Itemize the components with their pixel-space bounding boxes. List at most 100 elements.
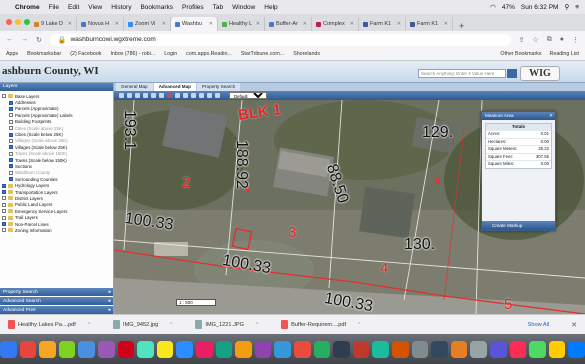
- dock-app-icon[interactable]: [548, 340, 566, 358]
- buffer-icon[interactable]: [199, 93, 204, 98]
- bookmark-item[interactable]: Login: [164, 51, 177, 57]
- new-tab-button[interactable]: +: [453, 21, 470, 31]
- profile-icon[interactable]: ●: [560, 36, 564, 43]
- dock-app-icon[interactable]: [489, 340, 507, 358]
- dock-app-icon[interactable]: [509, 340, 527, 358]
- print-icon[interactable]: [183, 93, 188, 98]
- close-tab-icon[interactable]: ✕: [444, 21, 448, 27]
- dock-app-icon[interactable]: [352, 340, 370, 358]
- close-tab-icon[interactable]: ✕: [115, 21, 119, 27]
- menu-tab[interactable]: Tab: [213, 4, 223, 11]
- basemap-select[interactable]: Default: [229, 92, 267, 99]
- dock-app-icon[interactable]: [176, 340, 194, 358]
- dock-app-icon[interactable]: [215, 340, 233, 358]
- layer-checkbox[interactable]: [9, 158, 13, 163]
- dock-app-icon[interactable]: [274, 340, 291, 358]
- select-icon[interactable]: [151, 93, 156, 98]
- menu-profiles[interactable]: Profiles: [182, 4, 204, 11]
- scale-readout[interactable]: 1 : 500: [176, 299, 216, 306]
- download-item[interactable]: IMG_1221.JPG ⌃: [195, 320, 259, 329]
- dock-app-icon[interactable]: [333, 340, 350, 358]
- layers-panel-header[interactable]: Layers: [0, 83, 113, 91]
- layer-checkbox[interactable]: [2, 215, 6, 220]
- dock-app-icon[interactable]: [391, 340, 409, 358]
- layer-checkbox[interactable]: [2, 209, 6, 214]
- bookmark-item[interactable]: Apps: [6, 51, 18, 57]
- dock-app-icon[interactable]: [254, 340, 272, 358]
- dock-app-icon[interactable]: [117, 340, 135, 358]
- control-center-icon[interactable]: ≡: [575, 4, 579, 11]
- show-all-button[interactable]: Show All: [528, 322, 549, 328]
- dock-app-icon[interactable]: [470, 340, 487, 358]
- tab-property-search[interactable]: Property Search: [196, 83, 241, 91]
- share-icon[interactable]: ⇪: [519, 36, 525, 44]
- menu-edit[interactable]: Edit: [68, 4, 79, 11]
- download-item[interactable]: Buffer-Requirem....pdf ⌃: [281, 320, 361, 329]
- extensions-icon[interactable]: ⧉: [547, 36, 552, 44]
- spotlight-icon[interactable]: ⚲: [564, 3, 569, 11]
- chevron-up-icon[interactable]: ⌃: [357, 322, 361, 328]
- close-tab-icon[interactable]: ✕: [162, 21, 166, 27]
- pan-icon[interactable]: [135, 93, 140, 98]
- browser-tab[interactable]: Farm K1 ✕: [359, 17, 406, 31]
- battery-percent[interactable]: 47%: [502, 4, 515, 11]
- bookmark-star-icon[interactable]: ☆: [532, 36, 538, 44]
- layers-icon[interactable]: [207, 93, 212, 98]
- dock-app-icon[interactable]: [313, 340, 331, 358]
- tab-advanced-map[interactable]: Advanced Map: [153, 83, 196, 91]
- app-menu[interactable]: Chrome: [15, 4, 40, 11]
- menu-view[interactable]: View: [88, 4, 102, 11]
- layer-checkbox[interactable]: [9, 113, 13, 118]
- tab-general-map[interactable]: General Map: [116, 83, 153, 91]
- dock-app-icon[interactable]: [78, 340, 96, 358]
- layer-checkbox[interactable]: [9, 138, 13, 143]
- browser-tab[interactable]: 9 Lake D ✕: [30, 17, 77, 31]
- layer-checkbox[interactable]: [9, 170, 13, 175]
- reload-icon[interactable]: ↻: [36, 36, 42, 44]
- menu-file[interactable]: File: [49, 4, 59, 11]
- dock-app-icon[interactable]: [529, 340, 546, 358]
- browser-tab[interactable]: Washbu ✕: [171, 17, 218, 31]
- dock-app-icon[interactable]: [235, 340, 252, 358]
- close-icon[interactable]: ✕: [549, 112, 553, 120]
- layer-checkbox[interactable]: [9, 151, 13, 156]
- measure-icon[interactable]: [175, 93, 180, 98]
- dock-app-icon[interactable]: [58, 340, 76, 358]
- layer-checkbox[interactable]: [2, 202, 6, 207]
- layer-checkbox[interactable]: [2, 222, 6, 226]
- help-icon[interactable]: [215, 93, 220, 98]
- back-icon[interactable]: ←: [6, 36, 13, 43]
- browser-tab[interactable]: Healthy L ✕: [218, 17, 265, 31]
- zoom-window-button[interactable]: [24, 19, 30, 25]
- layer-checkbox[interactable]: [9, 119, 13, 124]
- dock-app-icon[interactable]: [450, 340, 468, 358]
- minimize-window-button[interactable]: [15, 19, 21, 25]
- markup-icon[interactable]: [191, 93, 196, 98]
- bookmark-item[interactable]: com.apps.Readin...: [186, 51, 232, 57]
- layer-checkbox[interactable]: [2, 94, 6, 99]
- close-tab-icon[interactable]: ✕: [350, 21, 354, 27]
- layer-checkbox[interactable]: [2, 190, 6, 195]
- bookmark-item[interactable]: Inbox (786) - robi...: [110, 51, 155, 57]
- close-tab-icon[interactable]: ✕: [68, 21, 72, 27]
- site-search-input[interactable]: Search Anything: Enter 4 Value Here: [418, 69, 506, 78]
- search-go-button[interactable]: [507, 69, 517, 78]
- other-bookmarks[interactable]: Other Bookmarks: [500, 51, 541, 57]
- layer-checkbox[interactable]: [9, 164, 13, 169]
- bookmark-item[interactable]: (2) Facebook: [70, 51, 101, 57]
- dock-app-icon[interactable]: [156, 340, 174, 358]
- dock-app-icon[interactable]: [39, 340, 56, 358]
- wifi-icon[interactable]: ◠: [490, 3, 496, 11]
- full-extent-icon[interactable]: [159, 93, 164, 98]
- clock[interactable]: Sun 6:32 PM: [521, 4, 559, 11]
- bookmark-item[interactable]: Shorelands: [293, 51, 320, 57]
- layer-checkbox[interactable]: [2, 228, 6, 233]
- layer-checkbox[interactable]: [9, 132, 13, 137]
- dock-app-icon[interactable]: [0, 340, 17, 358]
- close-window-button[interactable]: [6, 19, 12, 25]
- close-tab-icon[interactable]: ✕: [397, 21, 401, 27]
- dock-app-icon[interactable]: [431, 340, 448, 358]
- menu-history[interactable]: History: [111, 4, 131, 11]
- download-item[interactable]: Healthy Lakes Pa....pdf ⌃: [8, 320, 91, 329]
- browser-tab[interactable]: Buffer-Ar ✕: [265, 17, 312, 31]
